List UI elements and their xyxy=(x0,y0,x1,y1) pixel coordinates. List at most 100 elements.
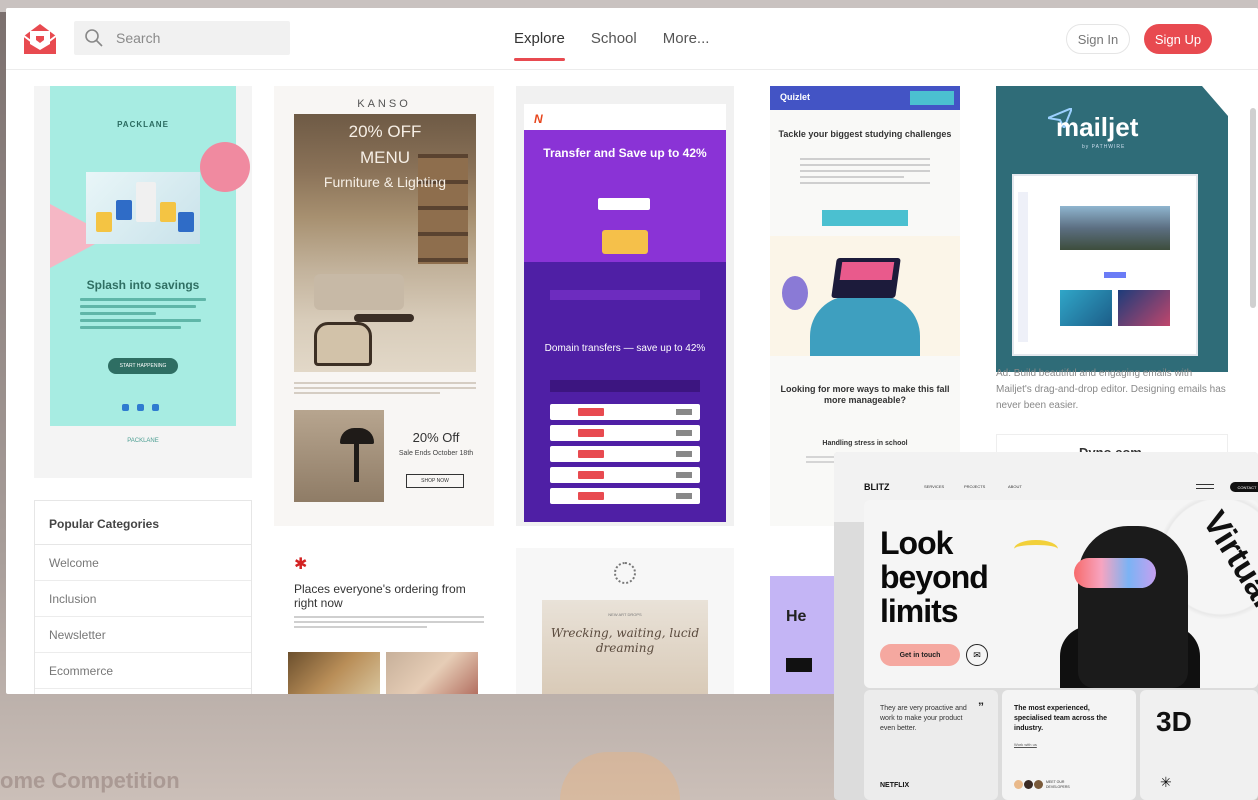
list-item xyxy=(550,404,700,420)
blitz-hero: Look beyond limits Get in touch ✉ Virtua… xyxy=(864,500,1258,688)
student-laptop-illustration xyxy=(770,236,960,356)
asterisk-icon: ✳ xyxy=(1160,774,1172,790)
packlane-email: PACKLANE Splash into savings START HAPPE… xyxy=(50,86,250,426)
list-item xyxy=(550,446,700,462)
namecheap-email: N Transfer and Save up to 42% Domain tra… xyxy=(524,104,726,522)
kanso-offer: 20% OFF xyxy=(348,122,422,141)
art-tag: NEW ART DROPS xyxy=(608,612,642,617)
instagram-icon xyxy=(122,404,129,411)
yellow-arrow-shape xyxy=(1014,540,1058,558)
blitz-contact-button[interactable]: CONTACT xyxy=(1230,482,1258,492)
3d-label: 3D xyxy=(1156,706,1192,737)
purple-card-title: He xyxy=(786,608,807,625)
categories-header: Popular Categories xyxy=(35,501,251,545)
domain-price-list xyxy=(550,404,700,509)
get-in-touch-button[interactable]: Get in touch xyxy=(880,644,960,666)
blitz-testimonial-card: They are very proactive and work to make… xyxy=(864,690,998,800)
top-navigation: Search Explore School More... Sign In Si… xyxy=(6,8,1258,70)
search-icon xyxy=(85,29,103,47)
namecheap-button xyxy=(598,198,650,210)
popular-categories: Popular Categories Welcome Inclusion New… xyxy=(34,500,252,694)
avatar xyxy=(1024,780,1033,789)
dotted-logo-icon xyxy=(614,562,636,584)
kanso-offer-2: 20% Off xyxy=(412,430,460,445)
background-emoji-blob xyxy=(560,752,680,800)
category-ecommerce[interactable]: Ecommerce xyxy=(35,653,251,689)
mail-circle-icon[interactable]: ✉ xyxy=(966,644,988,666)
packlane-body-text xyxy=(80,298,206,333)
search-input[interactable]: Search xyxy=(74,21,290,55)
pink-circle-shape xyxy=(200,142,250,192)
list-item xyxy=(550,425,700,441)
facebook-icon xyxy=(152,404,159,411)
yelp-title: Places everyone's ordering from right no… xyxy=(294,582,466,610)
living-room-photo: 20% OFF MENU Furniture & Lighting xyxy=(294,114,476,372)
blitz-website-preview: BLITZ SERVICES PROJECTS ABOUT CONTACT Lo… xyxy=(834,452,1258,800)
scrollbar[interactable] xyxy=(1250,108,1256,308)
main-tabs: Explore School More... xyxy=(514,30,710,61)
food-photo xyxy=(288,652,380,694)
blitz-3d-card: 3D ✳ xyxy=(1140,690,1258,800)
blitz-team-card: The most experienced, specialised team a… xyxy=(1002,690,1136,800)
editor-screenshot xyxy=(1012,174,1198,356)
envelope-logo-icon[interactable] xyxy=(22,22,58,56)
category-inclusion[interactable]: Inclusion xyxy=(35,581,251,617)
tab-school[interactable]: School xyxy=(591,30,637,47)
work-with-us-link[interactable]: Work with us xyxy=(1014,742,1037,747)
sign-in-button[interactable]: Sign In xyxy=(1066,24,1130,54)
quote-icon: ” xyxy=(978,700,984,714)
quizlet-section: Handling stress in school xyxy=(822,440,908,447)
list-item xyxy=(550,467,700,483)
packlane-brand: PACKLANE xyxy=(117,120,169,129)
art-title: Wrecking, waiting, lucid dreaming xyxy=(550,626,700,655)
kanso-category: Furniture & Lighting xyxy=(323,174,447,190)
blitz-nav-projects[interactable]: PROJECTS xyxy=(964,484,985,489)
client-logo: NETFLIX xyxy=(880,782,910,789)
product-boxes-image xyxy=(86,172,200,244)
quizlet-headline: Tackle your biggest studying challenges xyxy=(778,129,952,139)
blitz-nav-about[interactable]: ABOUT xyxy=(1008,484,1022,489)
ad-card-mailjet[interactable]: mailjet by PATHWIRE xyxy=(996,86,1228,372)
list-item xyxy=(550,488,700,504)
blitz-headline: Look beyond limits xyxy=(880,525,989,629)
kanso-brand: KANSO xyxy=(357,98,411,110)
sign-up-button[interactable]: Sign Up xyxy=(1144,24,1212,54)
vr-visor-shape xyxy=(1074,558,1156,588)
email-card-yelp[interactable]: ✱ Places everyone's ordering from right … xyxy=(274,548,494,694)
hero-person-photo xyxy=(1078,526,1188,688)
kanso-shop-button: SHOP NOW xyxy=(406,474,464,488)
category-newsletter[interactable]: Newsletter xyxy=(35,617,251,653)
team-text: The most experienced, specialised team a… xyxy=(1014,705,1107,732)
kanso-small-text xyxy=(294,382,476,397)
truck-illustration xyxy=(602,230,648,254)
person-photo xyxy=(386,652,478,694)
tab-explore[interactable]: Explore xyxy=(514,30,565,61)
mailjet-byline: by PATHWIRE xyxy=(1082,144,1126,150)
tab-more[interactable]: More... xyxy=(663,30,710,47)
mailjet-ad-text: Ad: Build beautiful and engaging emails … xyxy=(996,368,1226,411)
quizlet-cta xyxy=(822,210,908,226)
category-welcome[interactable]: Welcome xyxy=(35,545,251,581)
email-card-packlane[interactable]: PACKLANE Splash into savings START HAPPE… xyxy=(34,86,252,478)
kanso-menu: MENU xyxy=(359,148,411,167)
social-icons xyxy=(122,404,159,411)
email-card-kanso[interactable]: KANSO 20% OFF MENU Furniture & Lighting … xyxy=(274,86,494,526)
packlane-title: Splash into savings xyxy=(86,278,200,292)
email-card-namecheap[interactable]: N Transfer and Save up to 42% Domain tra… xyxy=(516,86,734,526)
hamburger-menu-icon[interactable] xyxy=(1196,484,1214,489)
quizlet-subhead: Looking for more ways to make this fall … xyxy=(780,384,950,405)
namecheap-headline: Transfer and Save up to 42% xyxy=(543,146,707,160)
background-caption: ome Competition xyxy=(0,768,180,793)
avatar xyxy=(1034,780,1043,789)
yelp-logo-icon: ✱ xyxy=(294,556,308,573)
search-placeholder: Search xyxy=(116,30,161,46)
twitter-icon xyxy=(137,404,144,411)
email-card-art[interactable]: NEW ART DROPS Wrecking, waiting, lucid d… xyxy=(516,548,734,694)
blitz-logo: BLITZ xyxy=(864,482,890,492)
lamp-photo xyxy=(294,410,384,502)
avatar xyxy=(1014,780,1023,789)
namecheap-logo-icon: N xyxy=(534,112,543,126)
testimonial-text: They are very proactive and work to make… xyxy=(880,705,967,732)
blitz-nav-services[interactable]: SERVICES xyxy=(924,484,944,489)
quizlet-logo: Quizlet xyxy=(780,92,811,102)
